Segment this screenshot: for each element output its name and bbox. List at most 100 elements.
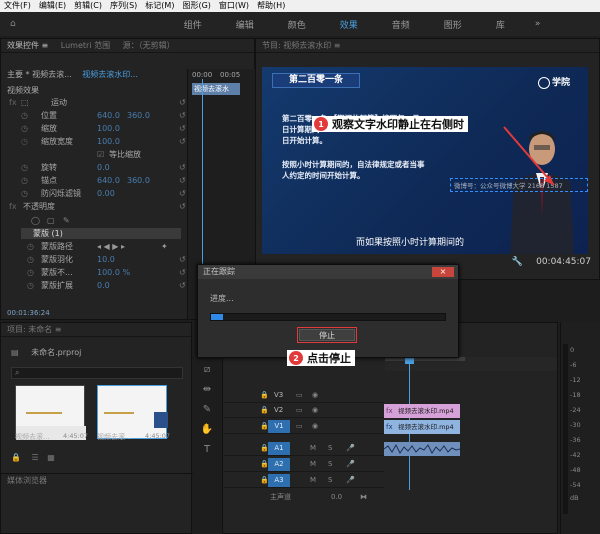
- icon-view-icon[interactable]: ▦: [47, 453, 55, 462]
- wrench-icon[interactable]: 🔧: [512, 257, 523, 267]
- pen-tool-icon[interactable]: ✎: [196, 400, 218, 420]
- mask-label[interactable]: 蒙版 (1): [33, 228, 63, 239]
- reset-icon[interactable]: ↺: [179, 267, 186, 278]
- timeline-clip-v2[interactable]: fx 视频去滚水印.mp4: [384, 404, 460, 418]
- lock-icon[interactable]: 🔒: [11, 453, 21, 462]
- reset-icon[interactable]: ↺: [179, 110, 186, 121]
- mask-expansion-value[interactable]: 0.0: [97, 280, 110, 291]
- workspace-tab-editing[interactable]: 编辑: [236, 18, 254, 31]
- stopwatch-icon[interactable]: ◷: [21, 110, 28, 121]
- fx-toggle-icon[interactable]: fx: [9, 97, 17, 108]
- pen-mask-icon[interactable]: ✎: [63, 215, 70, 226]
- mask-feather-value[interactable]: 10.0: [97, 254, 115, 265]
- program-monitor-title[interactable]: 节目: 视频去滚水印 ≡: [256, 39, 599, 53]
- project-thumbnail-2[interactable]: [97, 385, 168, 439]
- menu-help[interactable]: 帮助(H): [253, 0, 289, 12]
- track-v2[interactable]: 🔒 V2 ▭ ◉: [224, 404, 384, 418]
- eye-icon[interactable]: ◉: [312, 422, 318, 430]
- rotation-value[interactable]: 0.0: [97, 162, 110, 173]
- scale-value[interactable]: 100.0: [97, 123, 120, 134]
- lock-icon[interactable]: 🔒: [260, 391, 269, 399]
- anti-flicker-value[interactable]: 0.00: [97, 188, 115, 199]
- stopwatch-icon[interactable]: ◷: [21, 175, 28, 186]
- workspace-tab-graphics[interactable]: 图形: [444, 18, 462, 31]
- tab-effect-controls[interactable]: 效果控件 ≡: [7, 41, 48, 50]
- eye-icon[interactable]: ◉: [312, 391, 318, 399]
- track-a3-label[interactable]: A3: [268, 474, 290, 487]
- workspace-tab-assembly[interactable]: 组件: [184, 18, 202, 31]
- mute-icon[interactable]: M: [310, 476, 316, 484]
- program-timecode[interactable]: 00:04:45:07: [536, 257, 591, 267]
- stopwatch-icon[interactable]: ◷: [27, 267, 34, 278]
- track-a2-label[interactable]: A2: [268, 458, 290, 471]
- position-x-value[interactable]: 640.0: [97, 110, 120, 121]
- mute-icon[interactable]: M: [310, 444, 316, 452]
- tab-source[interactable]: 源：（无剪辑）: [123, 41, 175, 50]
- solo-icon[interactable]: S: [328, 444, 332, 452]
- reset-icon[interactable]: ↺: [179, 97, 186, 108]
- tracking-method-icon[interactable]: ✦: [161, 241, 168, 252]
- stopwatch-icon[interactable]: ◷: [27, 254, 34, 265]
- playhead-go-end-icon[interactable]: ⧓: [360, 493, 367, 501]
- slip-tool-icon[interactable]: ⇹: [196, 380, 218, 400]
- workspace-tab-audio[interactable]: 音频: [392, 18, 410, 31]
- workspace-tab-libraries[interactable]: 库: [496, 18, 505, 31]
- stopwatch-icon[interactable]: ◷: [21, 136, 28, 147]
- mic-icon[interactable]: 🎤: [346, 444, 355, 452]
- workspace-tab-effects[interactable]: 效果: [340, 18, 358, 31]
- master-track-value[interactable]: 0.0: [331, 493, 342, 501]
- menu-file[interactable]: 文件(F): [0, 0, 35, 12]
- reset-icon[interactable]: ↺: [179, 136, 186, 147]
- timeline-clip-a1[interactable]: [384, 442, 460, 456]
- tab-lumetri-scopes[interactable]: Lumetri 范围: [61, 41, 110, 50]
- razor-tool-icon[interactable]: ⧄: [196, 360, 218, 380]
- stop-button[interactable]: 停止: [299, 329, 355, 341]
- track-a1[interactable]: 🔒 A1 M S 🎤: [224, 442, 384, 456]
- close-icon[interactable]: ×: [432, 267, 454, 277]
- master-clip-label[interactable]: 主要 * 视频去滚...: [7, 70, 72, 79]
- track-a3[interactable]: 🔒 A3 M S 🎤: [224, 474, 384, 488]
- stopwatch-icon[interactable]: ◷: [21, 123, 28, 134]
- track-a1-label[interactable]: A1: [268, 442, 290, 455]
- menu-edit[interactable]: 编辑(E): [35, 0, 70, 12]
- effect-clip-chip[interactable]: 视频去滚水: [192, 83, 240, 95]
- mask-opacity-value[interactable]: 100.0 %: [97, 267, 130, 278]
- sequence-clip-label[interactable]: 视频去滚水印...: [82, 70, 138, 79]
- timeline-clip-v1[interactable]: fx 视频去滚水印.mp4: [384, 420, 460, 434]
- reset-icon[interactable]: ↺: [179, 123, 186, 134]
- stopwatch-icon[interactable]: ◷: [21, 188, 28, 199]
- home-icon[interactable]: ⌂: [10, 19, 16, 29]
- reset-icon[interactable]: ↺: [179, 175, 186, 186]
- project-thumbnail-1[interactable]: [15, 385, 86, 440]
- reset-icon[interactable]: ↺: [179, 201, 186, 212]
- rectangle-mask-icon[interactable]: ▢: [47, 215, 55, 226]
- uniform-scale-checkbox[interactable]: ☑: [97, 149, 104, 160]
- track-v1[interactable]: 🔒 V1 ▭ ◉: [224, 420, 384, 434]
- project-title[interactable]: 项目: 未命名 ≡: [1, 323, 191, 337]
- reset-icon[interactable]: ↺: [179, 254, 186, 265]
- scale-width-value[interactable]: 100.0: [97, 136, 120, 147]
- track-v1-label[interactable]: V1: [268, 420, 290, 433]
- track-v3[interactable]: 🔒 V3 ▭ ◉: [224, 389, 384, 403]
- more-icon[interactable]: »: [535, 19, 541, 29]
- lock-icon[interactable]: 🔒: [260, 406, 269, 414]
- eye-icon[interactable]: ◉: [312, 406, 318, 414]
- hand-tool-icon[interactable]: ✋: [196, 420, 218, 440]
- solo-icon[interactable]: S: [328, 460, 332, 468]
- mic-icon[interactable]: 🎤: [346, 476, 355, 484]
- solo-icon[interactable]: S: [328, 476, 332, 484]
- stopwatch-icon[interactable]: ◷: [21, 162, 28, 173]
- anchor-x-value[interactable]: 640.0: [97, 175, 120, 186]
- list-view-icon[interactable]: ☰: [32, 453, 39, 462]
- track-mask-controls-icon[interactable]: ◂ ◀ ▶ ▸: [97, 241, 125, 252]
- type-tool-icon[interactable]: T: [196, 440, 218, 460]
- reset-icon[interactable]: ↺: [179, 188, 186, 199]
- menu-sequence[interactable]: 序列(S): [106, 0, 141, 12]
- menu-graphics[interactable]: 图形(G): [178, 0, 214, 12]
- workspace-tab-color[interactable]: 颜色: [288, 18, 306, 31]
- media-browser-tab[interactable]: 媒体浏览器: [1, 473, 193, 487]
- mute-icon[interactable]: M: [310, 460, 316, 468]
- sync-icon[interactable]: ▭: [296, 391, 303, 399]
- menu-clip[interactable]: 剪辑(C): [70, 0, 106, 12]
- sync-icon[interactable]: ▭: [296, 422, 303, 430]
